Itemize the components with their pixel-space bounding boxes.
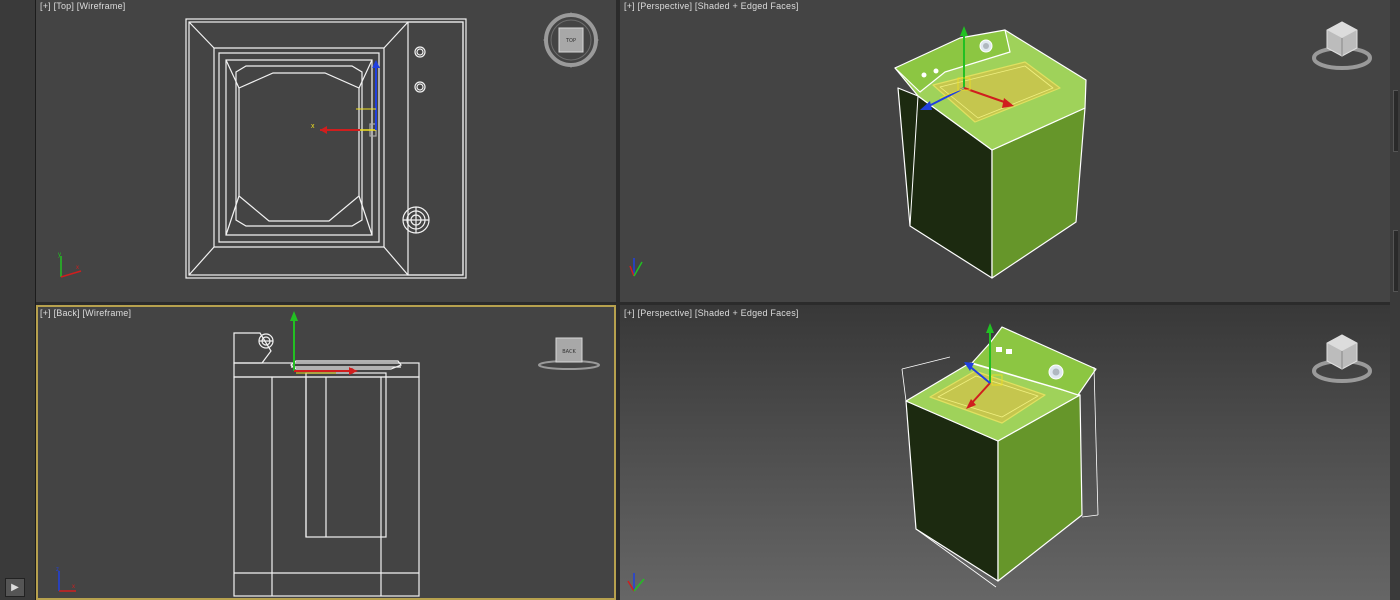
view-cube-icon[interactable]: TOP [541,10,601,70]
viewport-point-of-view-menu[interactable]: [Top] [54,1,75,11]
viewport-point-of-view-menu[interactable]: [Back] [54,308,80,318]
top-wireframe-model: x y x [58,18,467,279]
svg-text:x: x [76,265,79,271]
svg-text:y: y [58,252,61,258]
viewport-shading-menu[interactable]: [Wireframe] [82,308,131,318]
transform-gizmo-icon [320,60,380,134]
viewport-back[interactable]: z x BACK [+] [Back] [Wireframe] [36,305,616,600]
play-icon: ▶ [11,582,19,593]
left-toolbar: ▶ [0,0,36,600]
viewport-menu-plus[interactable]: [+] [40,1,51,11]
viewport-label: [+] [Perspective] [Shaded + Edged Faces] [624,1,799,11]
view-cube-icon[interactable] [1310,12,1374,72]
viewport-top[interactable]: x y x TOP [+] [Top] [Wireframe] [36,0,616,302]
viewport-menu-plus[interactable]: [+] [624,308,635,318]
back-wireframe-model: z x [56,311,420,597]
transform-gizmo-icon [290,311,358,375]
viewport-menu-plus[interactable]: [+] [624,1,635,11]
viewport-point-of-view-menu[interactable]: [Perspective] [638,1,693,11]
svg-text:x: x [72,584,75,590]
perspective-shaded-model [627,323,1099,592]
svg-text:TOP: TOP [565,38,576,44]
svg-text:BACK: BACK [562,349,576,355]
axis-tripod-icon [629,258,643,277]
viewport-label: [+] [Back] [Wireframe] [40,308,131,318]
axis-tripod-icon: y x [58,252,82,278]
gizmo-x-label: x [311,123,315,130]
scroll-notch[interactable] [1393,230,1398,292]
right-scroll-strip [1390,0,1400,600]
viewport-perspective-bottom[interactable]: [+] [Perspective] [Shaded + Edged Faces] [620,305,1390,600]
viewport-perspective-top[interactable]: [+] [Perspective] [Shaded + Edged Faces] [620,0,1390,302]
viewport-label: [+] [Perspective] [Shaded + Edged Faces] [624,308,799,318]
svg-text:z: z [56,567,59,573]
viewport-label: [+] [Top] [Wireframe] [40,1,125,11]
viewport-shading-menu[interactable]: [Shaded + Edged Faces] [695,1,799,11]
viewport-point-of-view-menu[interactable]: [Perspective] [638,308,693,318]
view-cube-icon[interactable]: BACK [536,335,602,375]
axis-tripod-icon: z x [56,567,76,592]
viewport-shading-menu[interactable]: [Wireframe] [77,1,126,11]
viewport-menu-plus[interactable]: [+] [40,308,51,318]
viewport-shading-menu[interactable]: [Shaded + Edged Faces] [695,308,799,318]
scroll-notch[interactable] [1393,90,1398,152]
view-cube-icon[interactable] [1310,325,1374,385]
play-button[interactable]: ▶ [5,578,25,597]
perspective-shaded-model [629,26,1087,279]
axis-tripod-icon [627,573,645,592]
